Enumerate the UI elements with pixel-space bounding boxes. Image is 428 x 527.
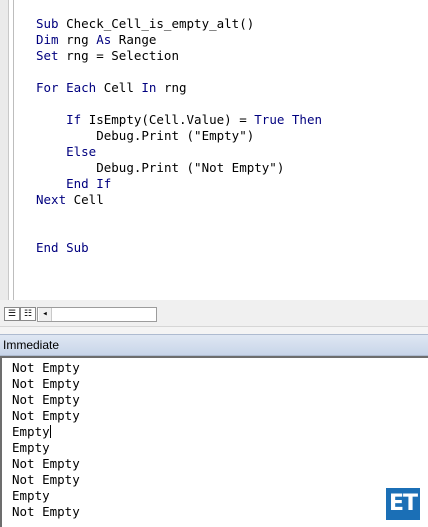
code-keyword: If (66, 112, 82, 127)
immediate-output-text: Not Empty (12, 456, 80, 471)
code-keyword: End Sub (36, 240, 89, 255)
code-keyword: In (141, 80, 157, 95)
code-margin (13, 0, 26, 300)
code-line[interactable] (36, 208, 322, 224)
code-text: rng (156, 80, 187, 95)
immediate-output-line[interactable]: Empty (12, 488, 80, 504)
immediate-output[interactable]: Not Empty Not Empty Not Empty Not Empty Empt… (12, 360, 80, 520)
code-keyword: True Then (254, 112, 322, 127)
code-keyword: Else (66, 144, 97, 159)
code-line[interactable]: Dim rng As Range (36, 32, 322, 48)
code-line[interactable]: If IsEmpty(Cell.Value) = True Then (36, 112, 322, 128)
code-line[interactable]: Else (36, 144, 322, 160)
code-text: IsEmpty(Cell.Value) = (81, 112, 255, 127)
immediate-output-text: Empty (12, 440, 50, 455)
immediate-output-line[interactable]: Empty (12, 440, 80, 456)
immediate-output-line[interactable]: Not Empty (12, 504, 80, 520)
immediate-output-text: Not Empty (12, 360, 80, 375)
immediate-output-line[interactable]: Empty (12, 424, 80, 440)
et-logo: ET (386, 488, 420, 520)
text-caret (49, 425, 51, 438)
code-keyword: As (96, 32, 112, 47)
code-line[interactable]: Set rng = Selection (36, 48, 322, 64)
code-line[interactable]: End Sub (36, 240, 322, 256)
code-keyword: For Each (36, 80, 97, 95)
procedure-view-icon[interactable]: ☰ (4, 307, 20, 321)
code-line[interactable]: Debug.Print ("Empty") (36, 128, 322, 144)
code-text: rng (58, 32, 97, 47)
code-line[interactable]: Next Cell (36, 192, 322, 208)
code-text: Cell (96, 80, 142, 95)
code-editor[interactable]: Sub Check_Cell_is_empty_alt() Dim rng As … (36, 16, 322, 256)
code-text: Cell (66, 192, 104, 207)
code-text: Debug.Print ("Empty") (96, 128, 255, 143)
immediate-output-line[interactable]: Not Empty (12, 376, 80, 392)
code-text: Check_Cell_is_empty_alt() (58, 16, 255, 31)
code-text: Debug.Print ("Not Empty") (96, 160, 285, 175)
code-text: Range (111, 32, 157, 47)
code-window[interactable]: Sub Check_Cell_is_empty_alt() Dim rng As … (0, 0, 428, 300)
immediate-output-line[interactable]: Not Empty (12, 472, 80, 488)
code-line[interactable]: End If (36, 176, 322, 192)
code-keyword: Sub (36, 16, 59, 31)
code-line[interactable] (36, 96, 322, 112)
immediate-output-line[interactable]: Not Empty (12, 408, 80, 424)
code-line[interactable]: Debug.Print ("Not Empty") (36, 160, 322, 176)
full-module-view-icon[interactable]: ☷ (20, 307, 36, 321)
scroll-left-arrow-icon[interactable]: ◂ (39, 308, 52, 321)
code-line[interactable]: For Each Cell In rng (36, 80, 322, 96)
immediate-output-text: Not Empty (12, 408, 80, 423)
code-keyword: Set (36, 48, 59, 63)
horizontal-scrollbar[interactable] (37, 307, 157, 322)
immediate-output-line[interactable]: Not Empty (12, 456, 80, 472)
immediate-output-text: Not Empty (12, 392, 80, 407)
immediate-output-line[interactable]: Not Empty (12, 392, 80, 408)
immediate-output-text: Not Empty (12, 504, 80, 519)
immediate-output-text: Not Empty (12, 472, 80, 487)
immediate-window-title: Immediate (3, 338, 60, 352)
immediate-output-line[interactable]: Not Empty (12, 360, 80, 376)
immediate-output-text: Empty (12, 488, 50, 503)
immediate-window-titlebar[interactable]: Immediate (0, 334, 428, 356)
code-line[interactable]: Sub Check_Cell_is_empty_alt() (36, 16, 322, 32)
code-line[interactable] (36, 64, 322, 80)
code-keyword: Dim (36, 32, 59, 47)
code-text: rng = Selection (58, 48, 179, 63)
immediate-output-text: Empty (12, 424, 50, 439)
immediate-output-text: Not Empty (12, 376, 80, 391)
code-line[interactable] (36, 224, 322, 240)
code-margin-indicator-bar[interactable] (0, 0, 9, 300)
code-keyword: End If (66, 176, 112, 191)
code-keyword: Next (36, 192, 67, 207)
